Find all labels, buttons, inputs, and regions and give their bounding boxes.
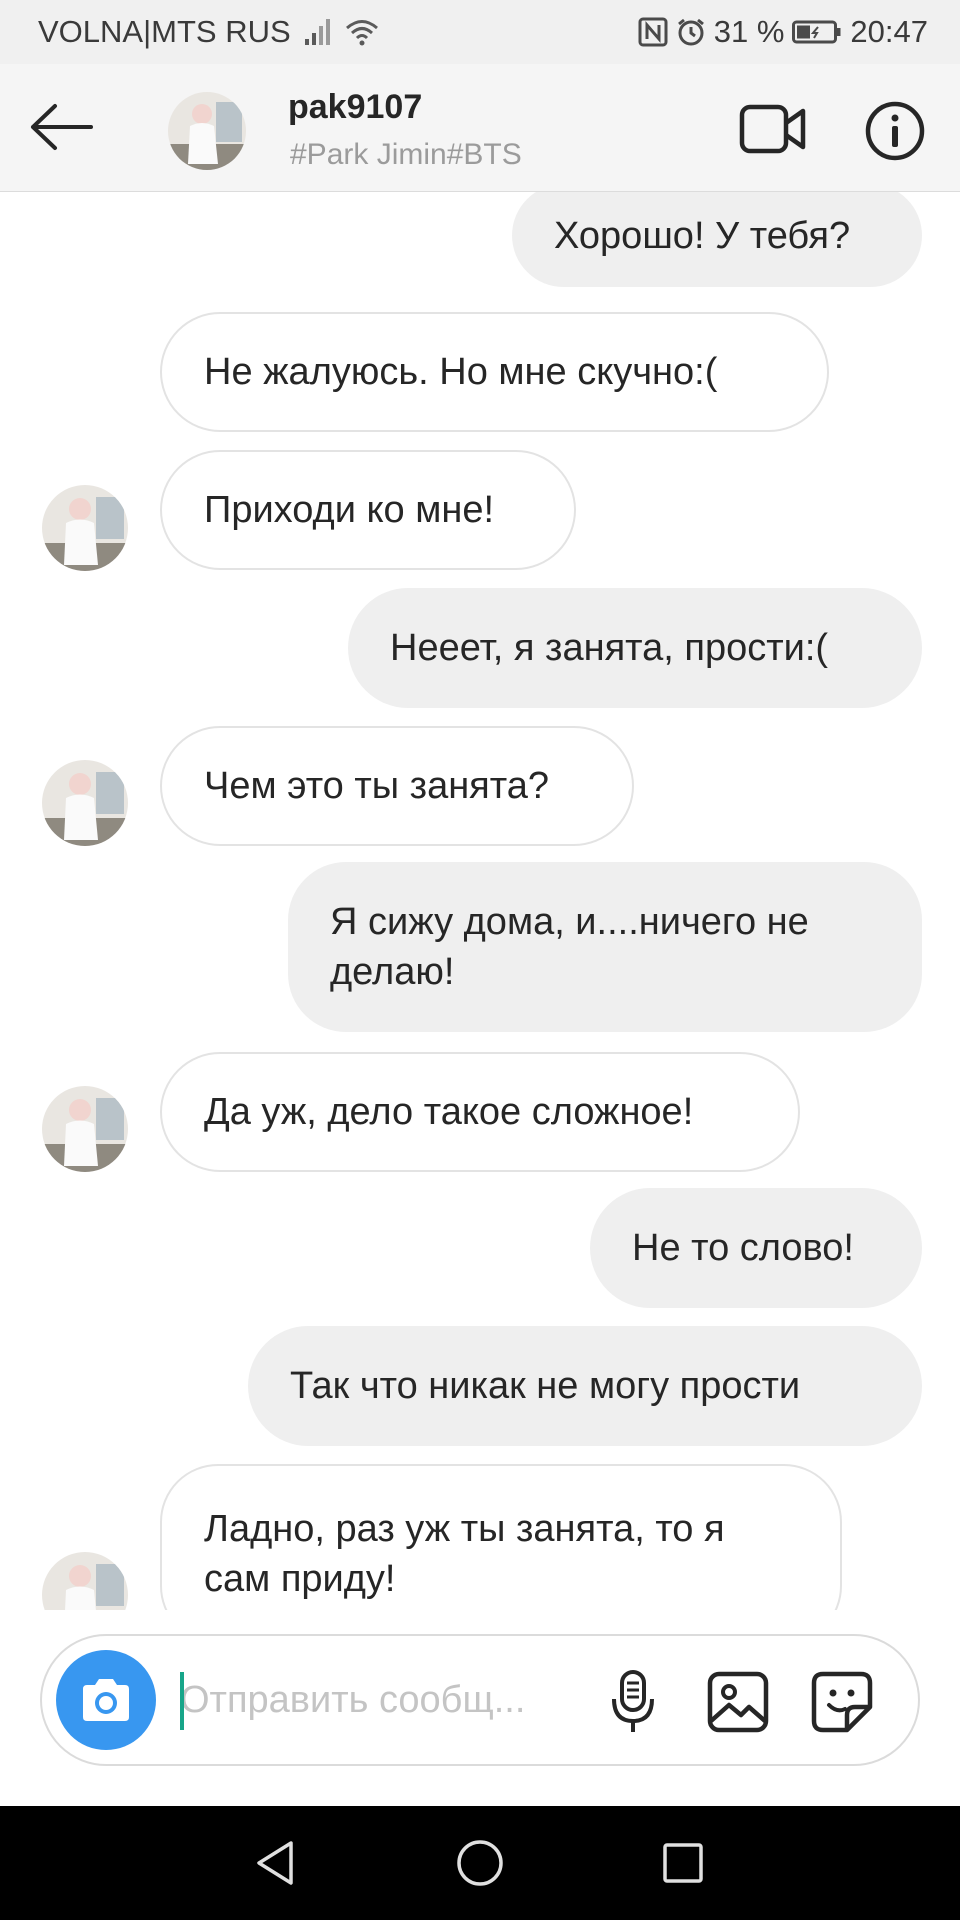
text-cursor [180,1672,184,1730]
nav-home-icon [457,1840,503,1886]
back-button[interactable] [26,94,98,160]
message-text: Не то слово! [632,1227,854,1269]
username-subtitle: #Park Jimin#BTS [290,138,522,171]
nfc-icon [638,17,668,47]
message-text: Нееет, я занята, прости:( [390,627,829,669]
status-bar: VOLNA|MTS RUS 31 % 20:47 [0,0,960,64]
status-right: 31 % 20:47 [638,14,928,50]
video-camera-icon [739,104,806,154]
message-bubble-outgoing[interactable]: Нееет, я занята, прости:( [348,588,922,708]
camera-icon [83,1679,129,1721]
nav-recents-icon [663,1843,703,1883]
clock-time: 20:47 [850,14,928,49]
message-composer [40,1634,920,1766]
signal-icon [303,17,333,47]
profile-photo [168,92,246,170]
system-navigation-bar [0,1806,960,1920]
info-icon [865,101,925,161]
conversation-header: pak9107 #Park Jimin#BTS [0,64,960,192]
wifi-icon [345,17,379,47]
sender-photo [42,760,128,846]
battery-icon [792,19,842,45]
message-bubble-outgoing[interactable]: Так что никак не могу прости [248,1326,922,1446]
message-bubble-incoming[interactable]: Не жалуюсь. Но мне скучно:( [160,312,829,432]
message-text: Хорошо! У тебя? [554,214,851,257]
sticker-button[interactable] [806,1666,878,1738]
nav-back-icon [257,1841,293,1885]
sender-avatar[interactable] [42,485,128,571]
gallery-icon [707,1671,769,1733]
back-arrow-icon [31,104,93,150]
message-text: Приходи ко мне! [204,489,495,531]
nav-recents-button[interactable] [648,1828,718,1898]
sender-photo [42,485,128,571]
conversation-info-button[interactable] [864,100,926,162]
sender-photo [42,1552,128,1610]
sticker-icon [811,1671,873,1733]
message-text: Да уж, дело такое сложное! [204,1091,694,1133]
message-text: Ладно, раз уж ты занята, то я сам приду! [204,1508,725,1600]
sender-avatar[interactable] [42,1552,128,1610]
nav-home-button[interactable] [444,1828,516,1898]
message-text: Я сижу дома, и....ничего не делаю! [330,901,809,993]
message-bubble-outgoing[interactable]: Хорошо! У тебя? [512,192,922,287]
sender-photo [42,1086,128,1172]
sender-avatar[interactable] [42,1086,128,1172]
camera-button[interactable] [56,1650,156,1750]
message-text: Не жалуюсь. Но мне скучно:( [204,351,718,393]
voice-message-button[interactable] [600,1666,666,1738]
alarm-icon [676,17,706,47]
status-left: VOLNA|MTS RUS [38,14,379,50]
carrier-label: VOLNA|MTS RUS [38,14,291,49]
header-avatar[interactable] [168,92,246,170]
message-text: Чем это ты занята? [204,765,550,807]
message-input[interactable] [180,1666,610,1734]
message-bubble-incoming[interactable]: Приходи ко мне! [160,450,576,570]
message-bubble-outgoing[interactable]: Не то слово! [590,1188,922,1308]
message-bubble-outgoing[interactable]: Я сижу дома, и....ничего не делаю! [288,862,922,1032]
message-bubble-incoming[interactable]: Ладно, раз уж ты занята, то я сам приду! [160,1464,842,1610]
nav-back-button[interactable] [240,1828,310,1898]
video-call-button[interactable] [736,98,810,160]
microphone-icon [612,1670,654,1732]
battery-percent: 31 % [713,14,785,49]
message-bubble-incoming[interactable]: Чем это ты занята? [160,726,634,846]
message-thread[interactable]: Хорошо! У тебя? Не жалуюсь. Но мне скучн… [0,192,960,1610]
message-bubble-incoming[interactable]: Да уж, дело такое сложное! [160,1052,800,1172]
username-title[interactable]: pak9107 [288,88,422,127]
message-text: Так что никак не могу прости [290,1365,801,1407]
sender-avatar[interactable] [42,760,128,846]
gallery-button[interactable] [702,1666,774,1738]
